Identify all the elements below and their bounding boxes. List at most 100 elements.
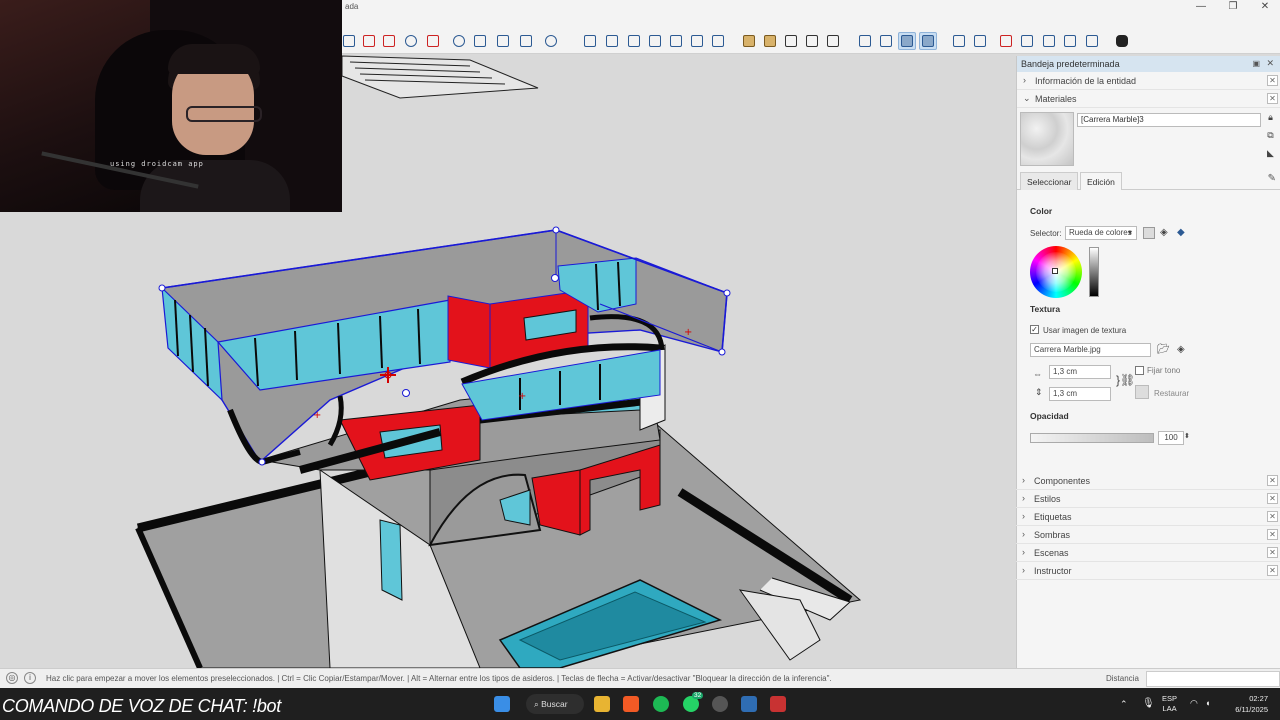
drape-icon[interactable] (1040, 32, 1058, 50)
color-picker-marker[interactable] (1052, 268, 1058, 274)
texture-height-field[interactable]: 1,3 cm (1049, 387, 1111, 401)
chatgpt-icon[interactable] (712, 696, 728, 712)
opacity-field[interactable]: 100 (1158, 431, 1184, 445)
microphone-icon[interactable]: 🎙︎ (1142, 698, 1155, 709)
stamp-icon[interactable] (1018, 32, 1036, 50)
select-tool-icon[interactable] (340, 32, 358, 50)
folder-icon[interactable]: 📂︎ (1157, 344, 1170, 355)
panel-escenas[interactable]: › Escenas ✕ (1016, 544, 1280, 562)
sandbox-contours-icon[interactable] (950, 32, 968, 50)
opacity-spinner[interactable]: ⬍ (1184, 432, 1190, 440)
opacity-slider[interactable] (1030, 433, 1154, 443)
color-swatch-small[interactable] (1143, 227, 1155, 239)
selector-dropdown[interactable]: Rueda de colores (1065, 226, 1137, 240)
chevron-right-icon: › (1023, 75, 1026, 85)
close-icon[interactable]: ✕ (1267, 475, 1278, 486)
search-button[interactable]: ⌕ Buscar (526, 694, 584, 714)
close-icon[interactable]: ✕ (1267, 529, 1278, 540)
edit-texture-icon[interactable]: ◈ (1177, 344, 1185, 355)
close-icon[interactable]: ✕ (1267, 511, 1278, 522)
close-icon[interactable]: ✕ (1267, 547, 1278, 558)
close-button[interactable]: ✕ (1250, 0, 1280, 14)
maximize-button[interactable]: ❐ (1218, 0, 1248, 14)
info-icon[interactable]: i (24, 672, 36, 684)
close-icon[interactable]: ✕ (1267, 75, 1278, 86)
flip-edge-icon[interactable] (1083, 32, 1101, 50)
style-textured-icon[interactable] (919, 32, 937, 50)
look-around-icon[interactable] (877, 32, 895, 50)
back-view-icon[interactable] (667, 32, 685, 50)
walk-icon[interactable] (856, 32, 874, 50)
panel-estilos[interactable]: › Estilos ✕ (1016, 490, 1280, 508)
close-icon[interactable]: ✕ (1267, 565, 1278, 576)
sandbox-scratch-icon[interactable] (971, 32, 989, 50)
restore-swatch[interactable] (1135, 385, 1149, 399)
match-model-color-icon[interactable]: ◈ (1160, 227, 1168, 238)
add-detail-icon[interactable] (1061, 32, 1079, 50)
create-material-icon[interactable]: ⧉ (1265, 130, 1276, 141)
default-material-icon[interactable]: ◣ (1265, 148, 1276, 159)
texture-file-field[interactable]: Carrera Marble.jpg (1030, 343, 1151, 357)
material-name-field[interactable]: [Carrera Marble]3 (1077, 113, 1261, 127)
menu-fragment[interactable]: ada (345, 2, 358, 11)
panel-sombras[interactable]: › Sombras ✕ (1016, 526, 1280, 544)
iso-view-icon[interactable] (581, 32, 599, 50)
bottom-view-icon[interactable] (709, 32, 727, 50)
wifi-icon[interactable]: ◠ (1190, 698, 1198, 709)
zoom-icon[interactable] (402, 32, 420, 50)
panel-entity-info[interactable]: › Información de la entidad ✕ (1017, 72, 1280, 90)
panel-componentes[interactable]: › Componentes ✕ (1016, 472, 1280, 490)
extension-hex-icon[interactable] (1113, 32, 1131, 50)
restore-label[interactable]: Restaurar (1154, 389, 1189, 398)
style-shaded-icon[interactable] (898, 32, 916, 50)
top-view-icon[interactable] (603, 32, 621, 50)
layers-icon[interactable] (494, 32, 512, 50)
match-screen-color-icon[interactable]: ◆ (1177, 227, 1185, 238)
sketchup-taskbar-icon[interactable] (741, 696, 757, 712)
front-view-icon[interactable] (625, 32, 643, 50)
move-tool-icon[interactable] (360, 32, 378, 50)
rotate-tool-icon[interactable] (380, 32, 398, 50)
paint-bucket-icon[interactable] (782, 32, 800, 50)
link-chain-icon[interactable]: }⛓︎ (1116, 373, 1135, 387)
smoove-icon[interactable] (997, 32, 1015, 50)
tab-select[interactable]: Seleccionar (1020, 172, 1079, 190)
use-texture-checkbox[interactable]: ✓ (1030, 325, 1039, 334)
lock-icon[interactable]: 🔒︎ (1265, 112, 1276, 123)
xray-icon[interactable] (517, 32, 535, 50)
close-icon[interactable]: ✕ (1267, 93, 1278, 104)
zoom-extents-icon[interactable] (424, 32, 442, 50)
layout-app-icon[interactable] (770, 696, 786, 712)
system-clock[interactable]: 02:27 6/11/2025 (1224, 693, 1268, 715)
windows-start-icon[interactable] (494, 696, 510, 712)
minimize-button[interactable]: — (1186, 0, 1216, 14)
brightness-slider[interactable] (1089, 247, 1099, 297)
right-view-icon[interactable] (646, 32, 664, 50)
pin-icon[interactable]: ▣ (1252, 59, 1260, 68)
spotify-icon[interactable] (653, 696, 669, 712)
orbit-icon[interactable] (450, 32, 468, 50)
volume-icon[interactable]: ◖ (1205, 698, 1210, 708)
left-view-icon[interactable] (688, 32, 706, 50)
pan-icon[interactable] (471, 32, 489, 50)
panel-instructor[interactable]: › Instructor ✕ (1016, 562, 1280, 580)
component-box-icon[interactable] (740, 32, 758, 50)
panel-materials[interactable]: ⌄ Materiales ✕ (1017, 90, 1280, 108)
texture-width-field[interactable]: 1,3 cm (1049, 365, 1111, 379)
brave-browser-icon[interactable] (623, 696, 639, 712)
section-display-icon[interactable] (824, 32, 842, 50)
language-indicator[interactable]: ESP LAA (1162, 694, 1177, 714)
close-icon[interactable]: ✕ (1267, 493, 1278, 504)
camera-icon[interactable] (542, 32, 560, 50)
fix-tone-checkbox[interactable] (1135, 366, 1144, 375)
tray-close-icon[interactable]: ✕ (1266, 58, 1274, 69)
file-explorer-icon[interactable] (594, 696, 610, 712)
panel-etiquetas[interactable]: › Etiquetas ✕ (1016, 508, 1280, 526)
distance-field[interactable] (1146, 671, 1280, 687)
geolocation-icon[interactable]: ◎ (6, 672, 18, 684)
group-box-icon[interactable] (761, 32, 779, 50)
chevron-up-icon[interactable]: ⌃ (1120, 699, 1128, 710)
section-plane-icon[interactable] (803, 32, 821, 50)
eyedropper-icon[interactable]: ✎ (1268, 173, 1276, 184)
tab-edit[interactable]: Edición (1080, 172, 1122, 190)
